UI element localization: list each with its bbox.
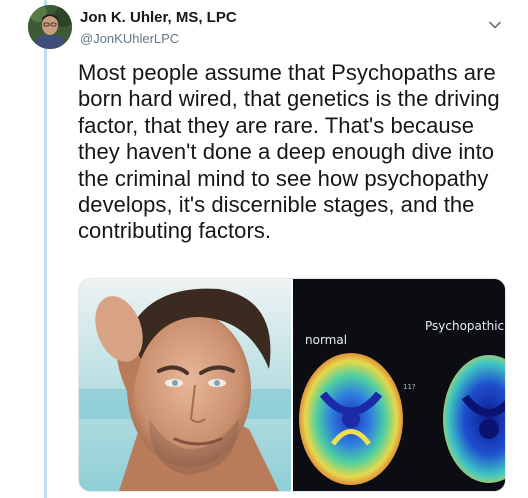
tweet-text: Most people assume that Psychopaths are … [78,60,500,244]
tweet-header: Jon K. Uhler, MS, LPC @JonKUhlerLPC [80,8,237,47]
author-handle[interactable]: @JonKUhlerLPC [80,30,237,47]
tweet: Jon K. Uhler, MS, LPC @JonKUhlerLPC Most… [0,0,528,498]
scan-label-psychopathic: Psychopathic [425,319,505,333]
media-photo-man[interactable] [79,279,291,491]
tweet-media[interactable]: normal Psychopathic 11? [78,278,506,492]
scan-label-middle: 11? [403,383,416,391]
scan-label-normal: normal [305,333,348,347]
chevron-down-icon[interactable] [486,16,504,34]
avatar[interactable] [28,5,72,49]
media-brain-scans[interactable]: normal Psychopathic 11? [293,279,505,491]
author-display-name[interactable]: Jon K. Uhler, MS, LPC [80,8,237,27]
